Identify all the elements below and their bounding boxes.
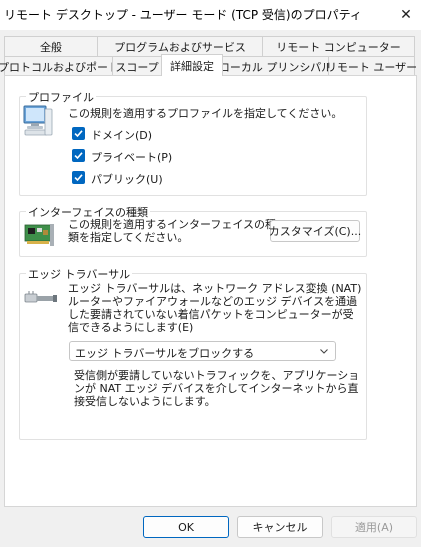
profiles-group-title: プロファイル bbox=[26, 89, 96, 105]
tab-protocols-ports[interactable]: プロトコルおよびポート bbox=[0, 56, 119, 76]
edge-traversal-group-title: エッジ トラバーサル bbox=[26, 266, 133, 282]
checkmark-icon bbox=[74, 130, 83, 138]
network-cable-icon bbox=[23, 288, 59, 310]
checkmark-icon bbox=[74, 152, 83, 160]
private-label[interactable]: プライベート(P) bbox=[91, 149, 172, 165]
network-card-icon bbox=[23, 221, 55, 249]
edge-traversal-group: エッジ トラバーサル エッジ トラバーサルは、ネットワーク アドレス変換 (NA… bbox=[19, 266, 367, 440]
apply-button[interactable]: 適用(A) bbox=[331, 516, 417, 538]
tab-remote-computers[interactable]: リモート コンピューター bbox=[262, 36, 415, 56]
edge-traversal-selected: エッジ トラバーサルをブロックする bbox=[75, 347, 255, 360]
edge-traversal-note: 受信側が要請していないトラフィックを、アプリケーションが NAT エッジ デバイ… bbox=[74, 369, 360, 408]
advanced-tab-page: プロファイル この規則を適用するプロファイルを指定してください。 ドメイン(D) bbox=[4, 75, 417, 507]
public-label[interactable]: パブリック(U) bbox=[91, 171, 163, 187]
profiles-description: この規則を適用するプロファイルを指定してください。 bbox=[68, 107, 343, 120]
checkmark-icon bbox=[74, 174, 83, 182]
tab-general[interactable]: 全般 bbox=[4, 36, 98, 56]
ok-button[interactable]: OK bbox=[143, 516, 229, 538]
domain-checkbox[interactable] bbox=[72, 127, 85, 140]
edge-traversal-select[interactable]: エッジ トラバーサルをブロックする bbox=[69, 341, 336, 361]
window-title: リモート デスクトップ - ユーザー モード (TCP 受信)のプロパティ bbox=[4, 8, 362, 22]
close-icon: ✕ bbox=[400, 7, 412, 23]
computer-icon bbox=[23, 105, 53, 137]
dialog-footer: OK キャンセル 適用(A) bbox=[0, 507, 421, 547]
interface-types-description: この規則を適用するインターフェイスの種類を指定してください。 bbox=[68, 218, 277, 244]
tab-programs-services[interactable]: プログラムおよびサービス bbox=[97, 36, 263, 56]
public-checkbox[interactable] bbox=[72, 171, 85, 184]
properties-dialog: リモート デスクトップ - ユーザー モード (TCP 受信)のプロパティ ✕ … bbox=[0, 0, 421, 547]
tab-scope[interactable]: スコープ bbox=[112, 56, 162, 76]
customize-button[interactable]: カスタマイズ(C)... bbox=[269, 220, 361, 242]
edge-traversal-description: エッジ トラバーサルは、ネットワーク アドレス変換 (NAT) ルーターやファイ… bbox=[68, 282, 362, 334]
profiles-group: プロファイル この規則を適用するプロファイルを指定してください。 ドメイン(D) bbox=[19, 89, 367, 196]
interface-types-group: インターフェイスの種類 この規則を適用するインターフェイスの種類を指定してくださ… bbox=[19, 204, 367, 257]
tab-advanced[interactable]: 詳細設定 bbox=[161, 54, 223, 76]
title-bar: リモート デスクトップ - ユーザー モード (TCP 受信)のプロパティ ✕ bbox=[0, 0, 421, 30]
tab-local-principals[interactable]: ローカル プリンシパル bbox=[219, 56, 332, 76]
cancel-button[interactable]: キャンセル bbox=[237, 516, 323, 538]
private-checkbox[interactable] bbox=[72, 149, 85, 162]
close-button[interactable]: ✕ bbox=[391, 0, 421, 30]
tab-remote-users[interactable]: リモート ユーザー bbox=[326, 56, 417, 76]
chevron-down-icon bbox=[320, 349, 328, 354]
domain-label[interactable]: ドメイン(D) bbox=[91, 127, 152, 143]
